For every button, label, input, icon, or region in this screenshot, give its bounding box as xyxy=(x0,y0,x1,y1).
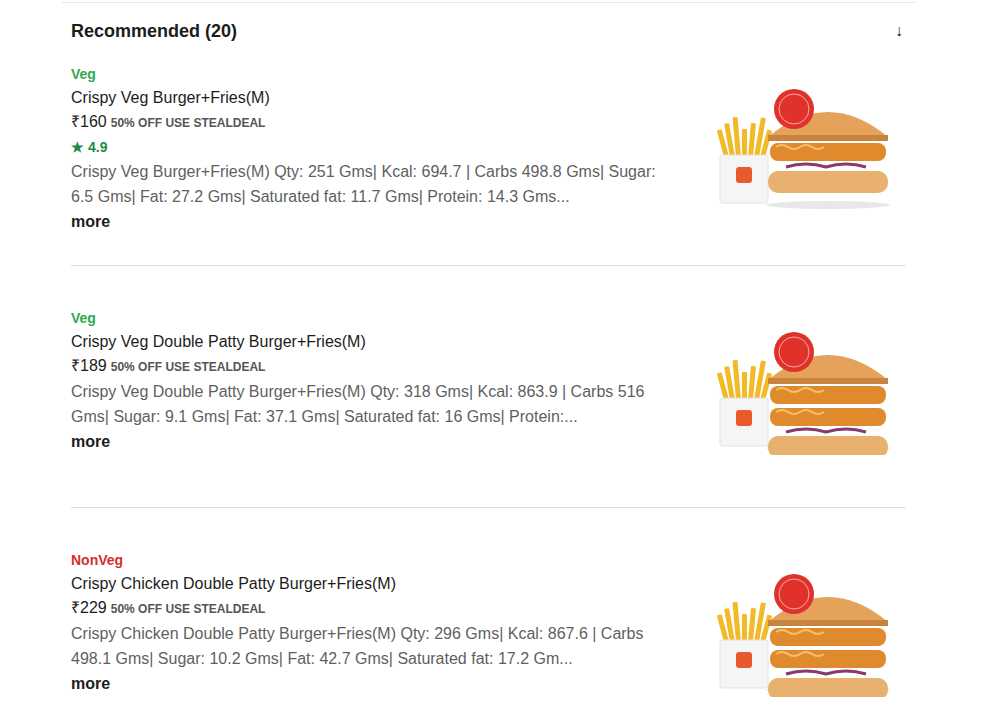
collapse-toggle[interactable]: ↓ xyxy=(895,22,903,40)
item-info: Veg Crispy Veg Burger+Fries(M) ₹160 50% … xyxy=(71,65,661,234)
item-rating: ★ 4.9 xyxy=(71,135,661,159)
burger-fries-icon xyxy=(716,87,906,212)
menu-item: NonVeg Crispy Chicken Double Patty Burge… xyxy=(71,508,906,723)
price-row: ₹229 50% OFF USE STEALDEAL xyxy=(71,596,661,621)
burger-fries-icon xyxy=(716,572,906,697)
item-image[interactable] xyxy=(716,572,906,697)
section-header[interactable]: Recommended (20) ↓ xyxy=(62,3,915,59)
item-offer: 50% OFF USE STEALDEAL xyxy=(111,355,266,379)
item-image[interactable] xyxy=(716,330,906,455)
item-description: Crispy Chicken Double Patty Burger+Fries… xyxy=(71,621,661,671)
recommended-section: Recommended (20) ↓ Veg Crispy Veg Burger… xyxy=(62,2,915,723)
item-type: Veg xyxy=(71,309,661,327)
price-row: ₹189 50% OFF USE STEALDEAL xyxy=(71,354,661,379)
item-price: ₹189 xyxy=(71,354,107,378)
item-type: Veg xyxy=(71,65,661,83)
burger-fries-icon xyxy=(716,330,906,455)
more-link[interactable]: more xyxy=(71,671,661,696)
item-image[interactable] xyxy=(716,87,906,212)
item-offer: 50% OFF USE STEALDEAL xyxy=(111,597,266,621)
item-info: NonVeg Crispy Chicken Double Patty Burge… xyxy=(71,551,661,718)
item-description: Crispy Veg Double Patty Burger+Fries(M) … xyxy=(71,379,661,429)
item-price: ₹229 xyxy=(71,596,107,620)
item-price: ₹160 xyxy=(71,110,107,134)
item-description: Crispy Veg Burger+Fries(M) Qty: 251 Gms|… xyxy=(71,159,661,209)
menu-page: Recommended (20) ↓ Veg Crispy Veg Burger… xyxy=(0,0,983,723)
rating-value: 4.9 xyxy=(88,135,107,159)
star-icon: ★ xyxy=(71,135,84,159)
item-name: Crispy Veg Burger+Fries(M) xyxy=(71,86,661,110)
item-offer: 50% OFF USE STEALDEAL xyxy=(111,111,266,135)
item-type: NonVeg xyxy=(71,551,661,569)
more-link[interactable]: more xyxy=(71,429,661,454)
price-row: ₹160 50% OFF USE STEALDEAL xyxy=(71,110,661,135)
section-title: Recommended (20) xyxy=(71,21,237,42)
menu-item: Veg Crispy Veg Burger+Fries(M) ₹160 50% … xyxy=(71,59,906,266)
item-name: Crispy Chicken Double Patty Burger+Fries… xyxy=(71,572,661,596)
more-link[interactable]: more xyxy=(71,209,661,234)
item-name: Crispy Veg Double Patty Burger+Fries(M) xyxy=(71,330,661,354)
menu-item: Veg Crispy Veg Double Patty Burger+Fries… xyxy=(71,266,906,508)
item-info: Veg Crispy Veg Double Patty Burger+Fries… xyxy=(71,309,661,476)
